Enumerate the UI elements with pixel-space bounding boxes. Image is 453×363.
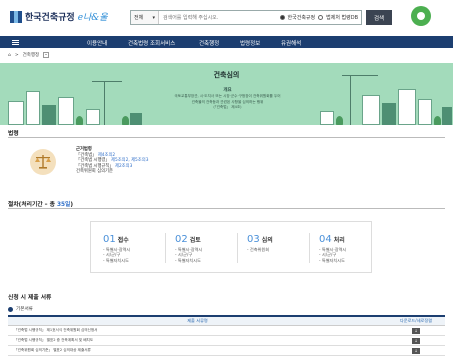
page: 한국건축규정 e나&울 전체 ▾ 한국건축규정 법제처 법령DB 검색 이용안내… [0,0,453,363]
step-label: 접수 [117,237,129,244]
process-step-4: 04 처리 - 특별시·광역시 - 시/군/구 - 특별자치시도 [319,227,389,263]
documents-subheading: 기본서류 [8,306,33,312]
chevron-down-icon: ▾ [152,14,155,21]
breadcrumb-separator: > [14,52,19,58]
law-section-title: 법령 [8,131,19,137]
site-header: 한국건축규정 e나&울 전체 ▾ 한국건축규정 법제처 법령DB 검색 [0,0,453,34]
overview-line: 국토교통부장관, 시·도지사 또는 시장·군수·구청장이 건축위원회를 두어 [174,94,281,99]
process-step-1: 01 접수 - 특별시·광역시 - 시/군/구 - 특별자치시도 [103,227,173,263]
logo-text: 한국건축규정 [25,13,75,23]
green-badge-icon[interactable] [411,6,431,26]
radio-law-db[interactable] [318,15,324,20]
step-label: 심의 [261,237,273,244]
search-source-radios: 한국건축규정 법제처 법령DB [279,14,361,21]
step-number: 04 [319,234,332,245]
site-logo[interactable]: 한국건축규정 e나&울 [10,10,108,23]
search-input[interactable] [159,11,280,24]
breadcrumb-dropdown-icon[interactable] [43,52,50,58]
overview-line: (「건축법」 제4조) [213,105,242,110]
step-divider [237,233,238,263]
scales-of-justice-icon [30,149,56,175]
search-bar: 전체 ▾ 한국건축규정 법제처 법령DB [130,10,362,25]
column-header-name: 제출 서류명 [187,318,208,323]
step-item: - 특별자치시도 [319,257,345,263]
radio-korea-building-code[interactable] [279,15,285,20]
process-section-title: 절차(처리기간 – 총 35일) [8,202,73,208]
download-icon[interactable]: ↓ [412,337,420,344]
document-name: 「건축위원회 심의기준」 별표2 심의대상 제출서류 [14,348,91,352]
step-label: 검토 [189,237,201,244]
logo-suffix: e나&울 [77,13,108,23]
download-icon[interactable]: ↓ [412,327,420,334]
menu-button[interactable] [0,39,30,45]
breadcrumb-current[interactable]: 건축행정 [23,52,40,58]
bullet-icon [8,306,13,312]
divider [8,208,445,209]
process-step-2: 02 검토 - 특별시·광역시 - 시/군/구 - 특별자치시도 [175,227,245,263]
law-link[interactable]: 제5조의2, 제5조의3 [111,158,148,163]
table-row: 「건축법 시행규칙」 제1호서식 건축위원회 심의신청서 ↓ [8,326,445,336]
step-divider [165,233,166,263]
overview-line: 건축물의 건축등과 관련된 사항을 심의하는 행위 [191,99,264,104]
nav-item-guide[interactable]: 이용안내 [87,39,107,47]
law-link[interactable]: 제4조의2 [98,153,115,158]
search-scope-select[interactable]: 전체 ▾ [131,11,159,24]
process-steps: 01 접수 - 특별시·광역시 - 시/군/구 - 특별자치시도 02 검토 - 특… [90,221,372,273]
column-header-download: 다운로드/세로정렬 [399,318,433,323]
table-row: 「건축위원회 심의기준」 별표2 심의대상 제출서류 ↓ [8,346,445,356]
home-icon[interactable]: ⌂ [8,53,11,58]
search-scope-value: 전체 [134,15,144,21]
law-list: 근거법령 「건축법」 제4조의2 「건축법 시행령」 제5조의2, 제5조의3 … [76,147,148,175]
nav-item-admin[interactable]: 건축행정 [199,39,219,47]
breadcrumb: ⌂ > 건축행정 [8,52,50,58]
table-header: 제출 서류명 다운로드/세로정렬 [8,317,445,326]
radio-korea-building-code-label: 한국건축규정 [287,15,316,21]
step-divider [309,233,310,263]
divider [8,137,445,138]
documents-subheading-label: 기본서류 [16,307,33,312]
documents-section-title: 신청 시 제출 서류 [8,295,52,301]
radio-law-db-label: 법제처 법령DB [326,15,358,21]
step-number: 01 [103,234,116,245]
table-row: 「건축법 시행규칙」 별표2 중 건축계획서 및 배치도 ↓ [8,336,445,346]
main-nav: 이용안내 건축법령 조회서비스 건축행정 법령정보 유권해석 [0,36,453,48]
overview-note: 개요 국토교통부장관, 시·도지사 또는 시장·군수·구청장이 건축위원회를 두… [160,88,295,111]
nav-item-law-lookup[interactable]: 건축법령 조회서비스 [128,39,175,47]
process-step-3: 03 심의 - 건축위원회 [247,227,317,252]
logo-mark-icon [10,10,22,23]
step-item: - 건축위원회 [247,247,270,252]
nav-item-interpretation[interactable]: 유권해석 [281,39,301,47]
document-name: 「건축법 시행규칙」 제1호서식 건축위원회 심의신청서 [14,328,98,332]
step-item: - 특별자치시도 [103,257,129,263]
document-name: 「건축법 시행규칙」 별표2 중 건축계획서 및 배치도 [14,338,94,342]
overview-title: 개요 [223,88,232,93]
law-item: 건축위원회 심의기준 [76,169,113,175]
step-number: 02 [175,234,188,245]
hamburger-icon [11,39,19,45]
documents-table: 제출 서류명 다운로드/세로정렬 「건축법 시행규칙」 제1호서식 건축위원회 … [8,315,445,356]
nav-item-law-info[interactable]: 법령정보 [240,39,260,47]
download-icon[interactable]: ↓ [412,347,420,354]
step-label: 처리 [333,237,345,244]
law-link[interactable]: 제2조의3 [115,164,132,169]
search-button[interactable]: 검색 [366,10,392,25]
page-title: 건축심의 [213,71,240,79]
step-item: - 특별자치시도 [175,257,201,263]
step-number: 03 [247,234,260,245]
hero-banner: 건축심의 개요 국토교통부장관, 시·도지사 또는 시장·군수·구청장이 건축위… [0,63,453,125]
